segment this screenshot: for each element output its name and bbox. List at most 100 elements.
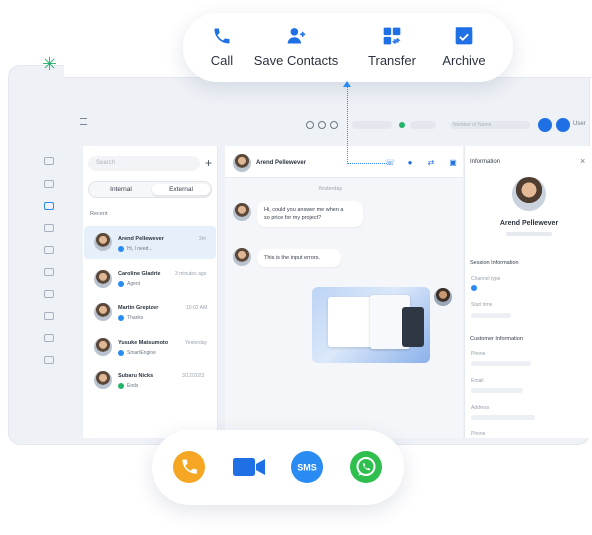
conversation-time: 3 minutes ago bbox=[175, 271, 207, 277]
user-label[interactable]: User bbox=[573, 121, 586, 127]
monitor-icon[interactable] bbox=[330, 121, 338, 129]
phone-icon bbox=[214, 28, 230, 44]
rail-queue-icon[interactable] bbox=[44, 290, 54, 298]
dialpad-button[interactable] bbox=[538, 118, 552, 132]
field-label: Email bbox=[471, 378, 484, 384]
info-contact-name: Arend Pellewever bbox=[499, 220, 559, 227]
info-contact-id bbox=[506, 232, 552, 236]
conversation-preview: Ends bbox=[127, 383, 139, 389]
field-label: Start time bbox=[471, 302, 493, 308]
online-status-icon bbox=[399, 122, 405, 128]
chat-contact-name: Arend Pellewever bbox=[256, 160, 307, 166]
video-camera-icon bbox=[233, 458, 265, 476]
status-label bbox=[410, 121, 436, 129]
rail-voicemail-icon[interactable] bbox=[44, 312, 54, 320]
rail-settings-icon[interactable] bbox=[44, 356, 54, 364]
transfer-label: Transfer bbox=[368, 53, 416, 68]
avatar bbox=[94, 371, 112, 389]
transfer-button[interactable]: Transfer bbox=[362, 26, 422, 68]
avatar bbox=[233, 203, 251, 221]
rail-chat-icon[interactable] bbox=[44, 202, 54, 210]
shared-image-attachment[interactable] bbox=[312, 287, 430, 363]
channel-icon bbox=[118, 383, 124, 389]
avatar bbox=[233, 154, 251, 172]
conversation-preview: Agent bbox=[127, 281, 141, 287]
recent-section-label[interactable]: Recent bbox=[90, 211, 107, 217]
field-value bbox=[471, 361, 531, 366]
archive-icon[interactable]: ▣ bbox=[446, 156, 460, 170]
phone-channel-button[interactable] bbox=[173, 451, 205, 483]
screenshot-preview bbox=[402, 307, 424, 347]
tab-external[interactable]: External bbox=[152, 184, 210, 195]
callout-connector bbox=[347, 84, 387, 164]
field-value bbox=[471, 388, 523, 393]
field-label: Channel type bbox=[471, 276, 501, 282]
callout-arrow-icon bbox=[343, 81, 351, 87]
avatar bbox=[94, 303, 112, 321]
rail-contacts-icon[interactable] bbox=[44, 180, 54, 188]
channel-icon bbox=[118, 281, 124, 287]
call-button[interactable]: Call bbox=[205, 26, 239, 68]
rail-people-icon[interactable] bbox=[44, 157, 54, 165]
avatar bbox=[233, 248, 251, 266]
avatar bbox=[94, 270, 112, 288]
conversation-time: 3/12/2023 bbox=[182, 373, 205, 379]
avatar bbox=[94, 338, 112, 356]
conversation-name: Yusuke Matsumoto bbox=[118, 340, 169, 346]
menu-icon[interactable] bbox=[80, 118, 87, 125]
archive-icon bbox=[455, 27, 473, 45]
conversation-preview: SmartEngine bbox=[127, 350, 156, 356]
field-value bbox=[471, 415, 535, 420]
conversation-preview: Hi, I need... bbox=[127, 246, 153, 252]
whatsapp-icon bbox=[356, 457, 376, 476]
sms-icon: SMS bbox=[297, 463, 319, 478]
archive-button[interactable]: Archive bbox=[436, 26, 492, 68]
save-contacts-button[interactable]: Save Contacts bbox=[246, 26, 346, 68]
transfer-icon[interactable]: ⇄ bbox=[424, 156, 438, 170]
new-conversation-button[interactable]: + bbox=[205, 156, 212, 170]
conversation-name: Arend Pellewever bbox=[118, 236, 164, 242]
sms-channel-button[interactable]: SMS bbox=[291, 451, 323, 483]
archive-label: Archive bbox=[442, 53, 486, 68]
user-avatar-button[interactable] bbox=[556, 118, 570, 132]
call-label: Call bbox=[210, 53, 234, 68]
rail-phone-icon[interactable] bbox=[44, 224, 54, 232]
whatsapp-channel-button[interactable] bbox=[350, 451, 382, 483]
phone-icon bbox=[182, 459, 197, 474]
rail-mic-icon[interactable] bbox=[44, 334, 54, 342]
channel-icon bbox=[118, 246, 124, 252]
avatar bbox=[434, 288, 452, 306]
message-bubble: This is the input errors. bbox=[257, 249, 341, 267]
field-label: Address bbox=[471, 405, 490, 411]
globe-icon[interactable] bbox=[306, 121, 314, 129]
info-panel-title: Information bbox=[470, 159, 501, 165]
tab-internal[interactable]: Internal bbox=[92, 184, 150, 195]
conversation-preview: Thanks bbox=[127, 315, 144, 321]
conversation-search-input[interactable]: Search bbox=[88, 156, 200, 171]
sms-text: SMS bbox=[297, 463, 317, 473]
close-icon[interactable]: × bbox=[580, 156, 585, 166]
topbar-search-input[interactable]: Number or Name bbox=[450, 121, 530, 129]
customer-info-section[interactable]: Customer Information bbox=[470, 336, 523, 342]
field-label: Phone bbox=[471, 431, 486, 437]
conversation-name: Subaru Nicks bbox=[118, 373, 154, 379]
conversation-time: Yesterday bbox=[185, 340, 208, 346]
channel-icon bbox=[471, 285, 477, 291]
conversation-name: Caroline Gladrie bbox=[118, 271, 161, 277]
session-info-section[interactable]: Session Information bbox=[470, 260, 519, 266]
calendar-icon[interactable] bbox=[318, 121, 326, 129]
conversation-time: 10:02 AM bbox=[186, 305, 208, 311]
app-logo: ✳ bbox=[42, 54, 58, 74]
day-separator: Yesterday bbox=[318, 186, 343, 192]
message-bubble: Hi, could you answer me when a so price … bbox=[257, 201, 363, 227]
field-label: Phone bbox=[471, 351, 486, 357]
conversation-time: 2m bbox=[199, 236, 206, 242]
channel-icon bbox=[118, 350, 124, 356]
rail-history-icon[interactable] bbox=[44, 246, 54, 254]
channel-icon bbox=[118, 315, 124, 321]
video-channel-button[interactable] bbox=[232, 451, 265, 483]
avatar bbox=[512, 177, 546, 211]
save-contact-icon[interactable]: ● bbox=[403, 156, 417, 170]
add-contact-icon bbox=[287, 28, 306, 44]
rail-reports-icon[interactable] bbox=[44, 268, 54, 276]
